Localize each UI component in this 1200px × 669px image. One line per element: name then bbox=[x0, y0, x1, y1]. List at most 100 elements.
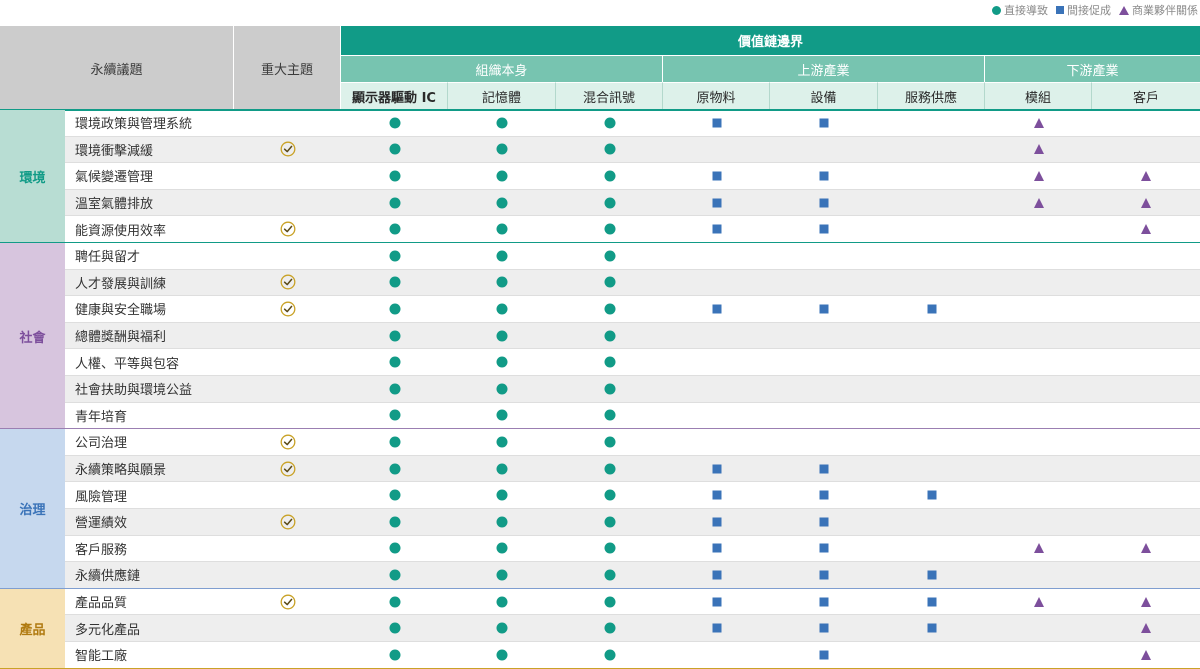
header-material: 重大主題 bbox=[234, 26, 341, 110]
circle-icon bbox=[496, 383, 508, 395]
column-header: 記憶體 bbox=[448, 82, 556, 110]
topic-label: 溫室氣體排放 bbox=[75, 197, 154, 213]
circle-icon bbox=[496, 596, 508, 608]
table-row: 青年培育 bbox=[65, 403, 1200, 430]
circle-icon bbox=[496, 436, 508, 448]
triangle-icon bbox=[1033, 144, 1044, 155]
circle-icon bbox=[604, 303, 615, 315]
circle-icon bbox=[604, 463, 615, 475]
category-divider bbox=[0, 428, 1200, 430]
topic-label: 公司治理 bbox=[75, 436, 128, 452]
square-icon bbox=[819, 171, 829, 181]
table-row: 健康與安全職場 bbox=[65, 296, 1200, 323]
category-cell: 社會 bbox=[0, 243, 65, 430]
material-check-icon bbox=[280, 434, 295, 450]
triangle-icon bbox=[1033, 170, 1044, 181]
square-icon bbox=[819, 517, 829, 527]
table-row: 環境政策與管理系統 bbox=[65, 110, 1200, 137]
circle-icon bbox=[389, 409, 400, 421]
square-icon bbox=[819, 224, 829, 234]
material-check-icon bbox=[280, 594, 295, 610]
category-cell: 產品 bbox=[0, 588, 65, 669]
circle-icon bbox=[389, 649, 400, 661]
topic-label: 總體獎酬與福利 bbox=[75, 330, 167, 346]
table-row: 產品品質 bbox=[65, 589, 1200, 616]
topic-label: 社會扶助與環境公益 bbox=[75, 383, 193, 399]
table-row: 環境衝擊減緩 bbox=[65, 136, 1200, 164]
circle-icon bbox=[604, 409, 615, 421]
circle-icon bbox=[496, 489, 508, 501]
square-icon bbox=[712, 517, 721, 527]
table-row: 社會扶助與環境公益 bbox=[65, 376, 1200, 403]
category-cell: 環境 bbox=[0, 110, 65, 243]
circle-icon bbox=[389, 516, 400, 528]
square-icon bbox=[819, 304, 829, 314]
circle-icon bbox=[604, 356, 615, 368]
topic-label: 健康與安全職場 bbox=[75, 303, 167, 319]
circle-icon bbox=[389, 170, 400, 182]
header-group-organization: 組織本身 bbox=[341, 55, 663, 82]
table-row: 公司治理 bbox=[65, 429, 1200, 456]
circle-icon bbox=[604, 223, 615, 235]
square-icon bbox=[1056, 6, 1064, 14]
table-row: 能資源使用效率 bbox=[65, 216, 1200, 243]
circle-icon bbox=[389, 276, 400, 288]
topic-label: 智能工廠 bbox=[75, 649, 128, 665]
circle-icon bbox=[389, 250, 400, 262]
circle-icon bbox=[604, 649, 615, 661]
header-topic: 永續議題 bbox=[0, 26, 234, 110]
circle-icon bbox=[604, 542, 615, 554]
square-icon bbox=[712, 570, 721, 580]
circle-icon bbox=[496, 569, 508, 581]
circle-icon bbox=[604, 250, 615, 262]
square-icon bbox=[712, 597, 721, 607]
circle-icon bbox=[496, 330, 508, 342]
column-header: 顯示器驅動 IC bbox=[341, 82, 448, 110]
topic-label: 環境政策與管理系統 bbox=[75, 117, 193, 133]
circle-icon bbox=[496, 622, 508, 634]
category-divider bbox=[0, 242, 1200, 243]
topic-label: 風險管理 bbox=[75, 489, 128, 505]
triangle-icon bbox=[1141, 623, 1151, 634]
material-check-icon bbox=[280, 301, 295, 317]
material-check-icon bbox=[280, 461, 295, 477]
table-row: 客戶服務 bbox=[65, 536, 1200, 563]
circle-icon bbox=[604, 516, 615, 528]
circle-icon bbox=[496, 463, 508, 475]
table-row: 智能工廠 bbox=[65, 642, 1200, 669]
table-row: 營運績效 bbox=[65, 509, 1200, 536]
circle-icon bbox=[389, 117, 400, 129]
square-icon bbox=[819, 490, 829, 500]
circle-icon bbox=[496, 117, 508, 129]
table-row: 聘任與留才 bbox=[65, 243, 1200, 270]
square-icon bbox=[819, 543, 829, 553]
topic-label: 氣候變遷管理 bbox=[75, 170, 154, 186]
table-row: 永續策略與願景 bbox=[65, 455, 1200, 483]
square-icon bbox=[927, 597, 936, 607]
column-header: 設備 bbox=[770, 82, 878, 110]
square-icon bbox=[819, 570, 829, 580]
legend-label: 直接導致 bbox=[1004, 4, 1048, 17]
square-icon bbox=[819, 623, 829, 633]
table-row: 氣候變遷管理 bbox=[65, 163, 1200, 190]
topic-label: 人才發展與訓練 bbox=[75, 276, 167, 292]
material-check-icon bbox=[280, 221, 295, 237]
header-value-chain: 價值鏈邊界 bbox=[341, 26, 1200, 55]
circle-icon bbox=[389, 489, 400, 501]
category-divider bbox=[0, 587, 1200, 589]
table-row: 人才發展與訓練 bbox=[65, 269, 1200, 297]
legend-item-direct: 直接導致 bbox=[992, 2, 1048, 18]
header-group-downstream: 下游產業 bbox=[985, 55, 1200, 82]
topic-label: 能資源使用效率 bbox=[75, 223, 167, 239]
circle-icon bbox=[389, 356, 400, 368]
legend-item-indirect: 間接促成 bbox=[1056, 2, 1111, 18]
circle-icon bbox=[389, 143, 400, 155]
table-row: 溫室氣體排放 bbox=[65, 189, 1200, 217]
topic-label: 人權、平等與包容 bbox=[75, 356, 180, 372]
topic-label: 永續策略與願景 bbox=[75, 463, 167, 479]
square-icon bbox=[712, 490, 721, 500]
triangle-icon bbox=[1033, 596, 1044, 607]
square-icon bbox=[712, 224, 721, 234]
circle-icon bbox=[496, 143, 508, 155]
circle-icon bbox=[496, 276, 508, 288]
